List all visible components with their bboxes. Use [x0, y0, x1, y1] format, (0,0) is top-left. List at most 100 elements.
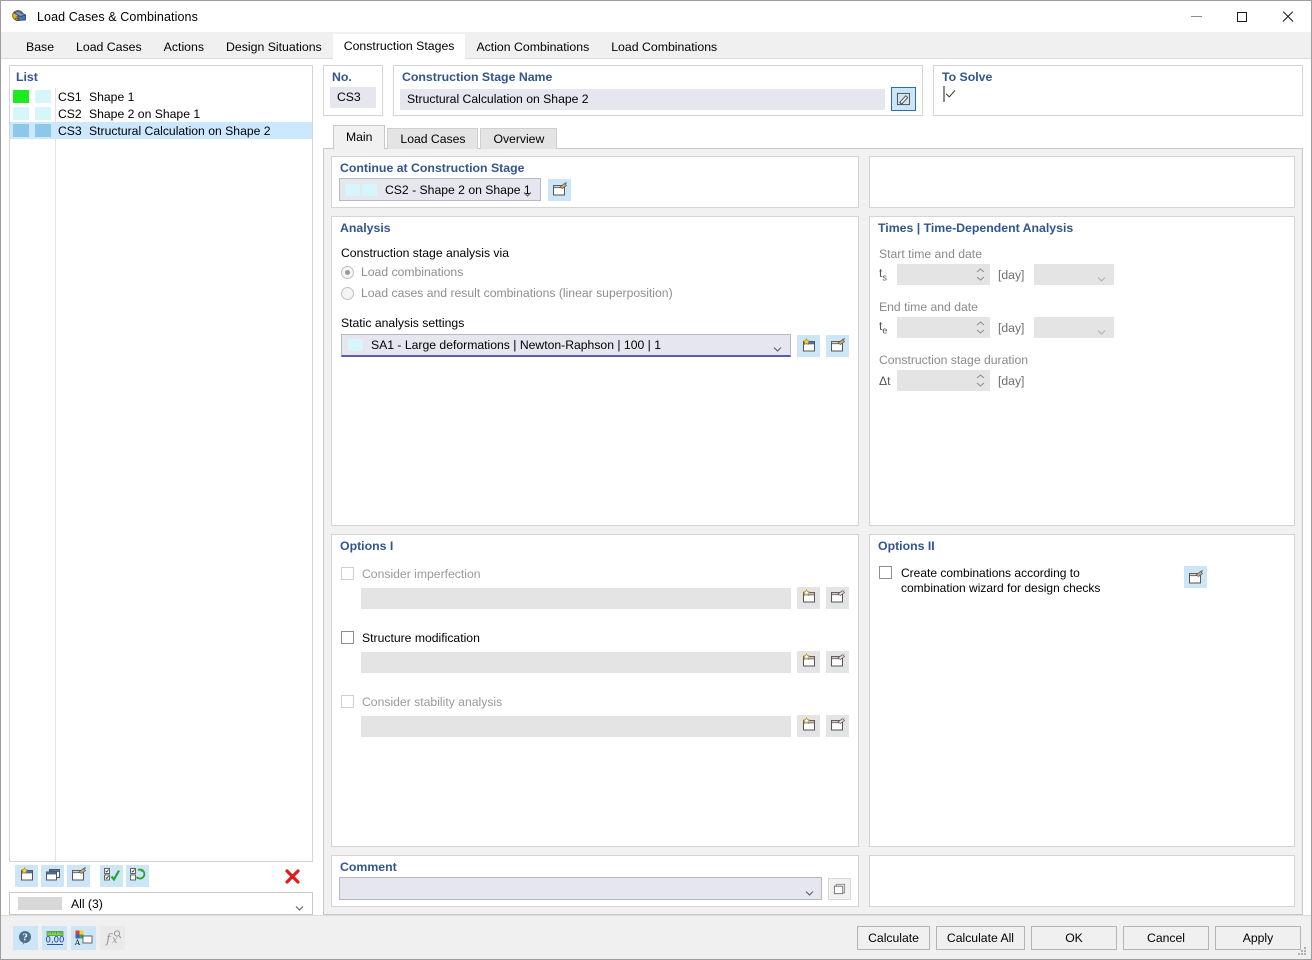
select-all-button[interactable] — [100, 865, 123, 887]
stage-no-value[interactable]: CS3 — [330, 87, 376, 108]
tab-base[interactable]: Base — [15, 36, 66, 59]
edit-structure-modification-button[interactable] — [826, 651, 849, 673]
cancel-button[interactable]: Cancel — [1123, 925, 1209, 950]
inner-tab-overview[interactable]: Overview — [480, 128, 558, 149]
edit-imperfection-button[interactable] — [826, 587, 849, 609]
edit-window-icon — [830, 589, 846, 607]
new-imperfection-button[interactable] — [797, 587, 820, 609]
edit-continue-stage-button[interactable] — [548, 178, 571, 201]
combination-wizard-checkbox[interactable] — [879, 566, 892, 579]
comment-title: Comment — [340, 860, 397, 874]
to-solve-checkbox[interactable] — [943, 86, 945, 102]
maximize-button[interactable] — [1219, 1, 1265, 32]
spinner-icon[interactable] — [974, 265, 987, 284]
tab-load-cases[interactable]: Load Cases — [65, 36, 153, 59]
window-title: Load Cases & Combinations — [37, 9, 198, 24]
spinner-icon[interactable] — [974, 318, 987, 337]
close-button[interactable] — [1265, 1, 1311, 32]
invert-selection-button[interactable] — [126, 865, 149, 887]
ok-button[interactable]: OK — [1031, 925, 1117, 950]
list-item[interactable]: CS3 Structural Calculation on Shape 2 — [10, 122, 312, 139]
new-stability-analysis-button[interactable] — [797, 715, 820, 737]
duration-input[interactable] — [897, 370, 990, 391]
duration-label: Construction stage duration — [879, 353, 1029, 367]
calculate-button[interactable]: Calculate — [857, 925, 930, 950]
options1-item-row[interactable]: Structure modification — [341, 631, 849, 645]
continue-stage-combo[interactable]: CS2 - Shape 2 on Shape 1 — [339, 178, 541, 201]
formula-icon: f x — [105, 929, 121, 947]
end-date-input[interactable] — [1034, 317, 1115, 338]
tab-actions[interactable]: Actions — [152, 36, 215, 59]
edit-button[interactable] — [67, 865, 90, 887]
analysis-option-0[interactable]: Load combinations — [341, 265, 849, 279]
continue-stage-value: CS2 - Shape 2 on Shape 1 — [385, 182, 531, 197]
start-date-input[interactable] — [1034, 264, 1115, 285]
checkbox-consider-stability-analysis[interactable] — [341, 695, 354, 708]
copy-icon — [45, 867, 61, 885]
stage-color-swatch-2 — [32, 124, 54, 137]
checkbox-consider-imperfection[interactable] — [341, 567, 354, 580]
options1-item-field[interactable] — [361, 651, 791, 673]
end-time-label: End time and date — [879, 300, 978, 314]
info-button[interactable]: ? — [13, 925, 38, 950]
inner-tab-main[interactable]: Main — [333, 125, 386, 149]
edit-combination-wizard-button[interactable] — [1184, 566, 1207, 588]
content-columns: Continue at Construction Stage CS2 - Sha… — [331, 156, 1295, 907]
analysis-option-1[interactable]: Load cases and result combinations (line… — [341, 286, 849, 300]
tab-action-combinations[interactable]: Action Combinations — [465, 36, 601, 59]
radio-load-cases-result-combinations[interactable] — [341, 286, 354, 300]
spinner-icon[interactable] — [974, 371, 987, 390]
apply-button[interactable]: Apply — [1215, 925, 1301, 950]
stage-color-swatch-1 — [10, 90, 32, 103]
units-button[interactable]: 0,00 — [42, 925, 67, 950]
edit-stability-analysis-button[interactable] — [826, 715, 849, 737]
radio-load-combinations[interactable] — [341, 265, 354, 279]
stage-no-group: No. CS3 — [323, 65, 383, 116]
options1-item-field[interactable] — [361, 715, 791, 737]
left-column: Continue at Construction Stage CS2 - Sha… — [331, 156, 859, 907]
edit-static-analysis-button[interactable] — [826, 334, 849, 357]
options1-item-row[interactable]: Consider imperfection — [341, 567, 849, 581]
static-analysis-swatch — [348, 339, 363, 351]
inner-tab-load-cases[interactable]: Load Cases — [387, 128, 479, 149]
stage-name-value[interactable]: Structural Calculation on Shape 2 — [400, 88, 885, 110]
inner-tab-strip: Main Load Cases Overview — [323, 124, 1303, 149]
minimize-button[interactable] — [1173, 1, 1219, 32]
list-filter-row: All (3) — [9, 892, 313, 915]
start-time-input[interactable] — [897, 264, 990, 285]
comment-group: Comment — [331, 855, 859, 907]
end-time-input[interactable] — [897, 317, 990, 338]
resize-grip[interactable] — [1297, 946, 1308, 957]
list-item[interactable]: CS1 Shape 1 — [10, 88, 312, 105]
options1-item: Consider stability analysis — [341, 695, 849, 737]
construction-stages-list[interactable]: List CS1 Shape 1 CS2 Shape 2 on Shape 1 CS3 S… — [9, 65, 313, 862]
filter-swatch — [18, 897, 62, 910]
new-static-analysis-button[interactable] — [797, 334, 820, 357]
list-filter-combo[interactable]: All (3) — [9, 892, 313, 915]
options1-item-field[interactable] — [361, 587, 791, 609]
chevron-down-icon — [773, 343, 782, 352]
list-column-divider — [55, 88, 56, 861]
copy-button[interactable] — [41, 865, 64, 887]
display-properties-button[interactable]: A — [71, 925, 96, 950]
list-toolbar — [9, 862, 313, 890]
tab-construction-stages[interactable]: Construction Stages — [332, 34, 466, 59]
tab-design-situations[interactable]: Design Situations — [215, 36, 333, 59]
static-analysis-combo[interactable]: SA1 - Large deformations | Newton-Raphso… — [341, 334, 791, 357]
edit-stage-name-button[interactable] — [891, 87, 916, 111]
new-structure-modification-button[interactable] — [797, 651, 820, 673]
comment-input[interactable] — [339, 877, 822, 900]
delete-button[interactable] — [281, 865, 303, 887]
new-button[interactable] — [15, 865, 38, 887]
options1-item-row[interactable]: Consider stability analysis — [341, 695, 849, 709]
checkbox-structure-modification[interactable] — [341, 631, 354, 644]
calculate-all-button[interactable]: Calculate All — [935, 925, 1025, 950]
maximize-icon — [1237, 11, 1247, 22]
list-item[interactable]: CS2 Shape 2 on Shape 1 — [10, 105, 312, 122]
minimize-icon — [1190, 16, 1202, 17]
right-bottom-filler-group — [869, 855, 1295, 907]
formula-button[interactable]: f x — [100, 925, 125, 950]
options1-item: Structure modification — [341, 631, 849, 673]
tab-load-combinations[interactable]: Load Combinations — [600, 36, 729, 59]
comment-browse-button[interactable] — [828, 877, 851, 900]
